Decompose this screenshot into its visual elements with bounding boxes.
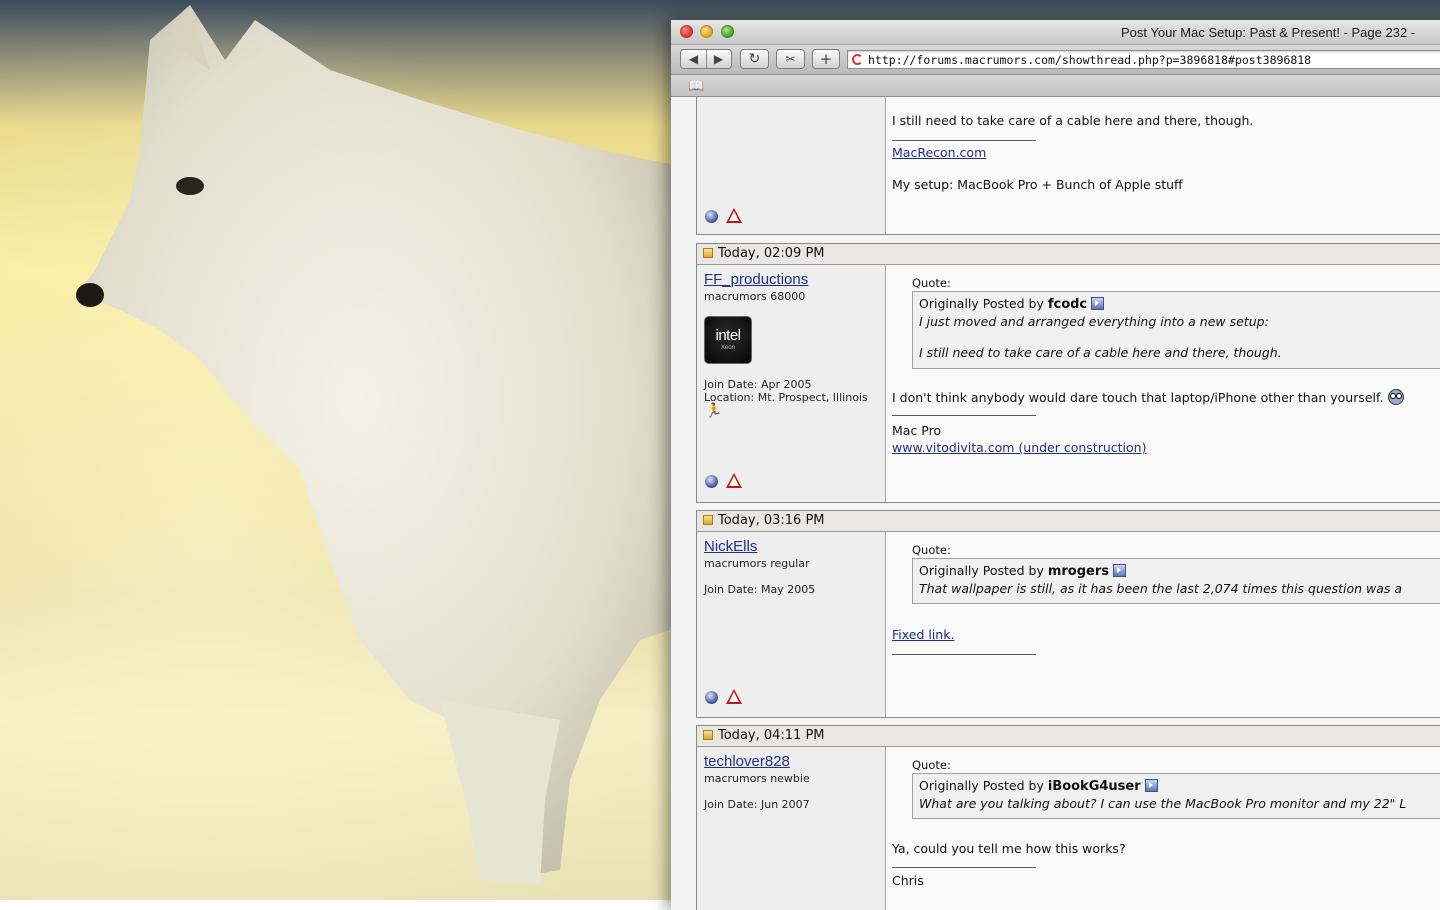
post-body: techlover828 macrumors newbie Join Date:… bbox=[697, 747, 1440, 910]
view-post-arrow-icon[interactable] bbox=[1113, 564, 1126, 577]
post-link[interactable]: Fixed link. bbox=[892, 627, 954, 642]
quote-line: That wallpaper is still, as it has been … bbox=[919, 581, 1403, 596]
address-bar[interactable]: http://forums.macrumors.com/showthread.p… bbox=[847, 50, 1440, 69]
title-bar[interactable]: Post Your Mac Setup: Past & Present! - P… bbox=[671, 20, 1440, 45]
user-panel bbox=[697, 97, 886, 234]
post-status-icon bbox=[703, 730, 713, 740]
post-body: I still need to take care of a cable her… bbox=[697, 97, 1440, 234]
view-post-arrow-icon[interactable] bbox=[1144, 779, 1158, 792]
user-title: macrumors 68000 bbox=[704, 290, 806, 303]
user-panel: NickElls macrumors regular Join Date: Ma… bbox=[697, 532, 886, 717]
site-favicon-icon bbox=[852, 54, 863, 65]
post-body: NickElls macrumors regular Join Date: Ma… bbox=[697, 532, 1440, 717]
join-date: Join Date: Apr 2005 bbox=[704, 378, 812, 391]
user-location: Location: Mt. Prospect, Illinois bbox=[704, 391, 868, 404]
post-header: Today, 02:09 PM bbox=[697, 244, 1440, 265]
signature-text: Mac Pro bbox=[892, 423, 942, 438]
view-post-arrow-icon[interactable] bbox=[1091, 297, 1105, 310]
user-panel: techlover828 macrumors newbie Join Date:… bbox=[697, 747, 886, 910]
report-post-icon[interactable] bbox=[726, 473, 742, 488]
quote-by-prefix: Originally Posted by bbox=[919, 563, 1044, 578]
user-panel: FF_productions macrumors 68000 intel Xeo… bbox=[697, 265, 886, 502]
signature-divider bbox=[892, 415, 1036, 416]
signature-divider bbox=[892, 654, 1036, 655]
report-post-icon[interactable] bbox=[726, 689, 742, 704]
username-link[interactable]: NickElls bbox=[704, 538, 757, 555]
post-header: Today, 04:11 PM bbox=[697, 726, 1440, 747]
quote-by-prefix: Originally Posted by bbox=[919, 296, 1044, 311]
reload-button[interactable]: ↻ bbox=[740, 49, 769, 69]
post-date: Today, 02:09 PM bbox=[718, 246, 825, 261]
post-status-icon bbox=[703, 515, 713, 525]
zoom-window-button[interactable] bbox=[721, 25, 734, 38]
quote-author: mrogers bbox=[1047, 564, 1109, 579]
avatar-text: intel bbox=[715, 327, 741, 344]
quote-author: iBookG4user bbox=[1047, 779, 1141, 794]
join-date: Join Date: Jun 2007 bbox=[704, 798, 810, 811]
quote-line: I just moved and arranged everything int… bbox=[919, 314, 1269, 329]
nav-button-group: ◀ ▶ bbox=[680, 49, 732, 69]
quote-label: Quote: bbox=[912, 276, 951, 290]
signature-text: Chris bbox=[892, 873, 924, 888]
username-link[interactable]: techlover828 bbox=[704, 753, 790, 770]
close-window-button[interactable] bbox=[680, 25, 693, 38]
post-header: Today, 03:16 PM bbox=[697, 511, 1440, 532]
quote-author: fcodc bbox=[1047, 297, 1088, 312]
runner-icon: 🏃 bbox=[705, 403, 723, 419]
forward-button[interactable]: ▶ bbox=[706, 50, 731, 69]
post-text: I still need to take care of a cable her… bbox=[892, 113, 1254, 128]
signature-divider bbox=[892, 867, 1036, 868]
avatar-subtext: Xeon bbox=[720, 345, 735, 351]
quote-line: I still need to take care of a cable her… bbox=[919, 345, 1282, 360]
arctic-fox-image bbox=[76, 5, 700, 885]
browser-window: Post Your Mac Setup: Past & Present! - P… bbox=[671, 20, 1440, 910]
private-message-icon[interactable] bbox=[705, 691, 718, 704]
private-message-icon[interactable] bbox=[705, 475, 718, 488]
add-bookmark-button[interactable]: + bbox=[812, 49, 840, 69]
book-icon[interactable]: 📖 bbox=[688, 79, 704, 94]
signature-link[interactable]: MacRecon.com bbox=[892, 145, 986, 160]
join-date: Join Date: May 2005 bbox=[704, 583, 816, 596]
post-status-icon bbox=[703, 248, 713, 258]
post-date: Today, 03:16 PM bbox=[718, 513, 825, 528]
page-content: I still need to take care of a cable her… bbox=[671, 97, 1440, 910]
report-post-icon[interactable] bbox=[726, 208, 742, 223]
quote-box: Originally Posted by iBookG4user What ar… bbox=[912, 773, 1440, 819]
post-text-content: I don't think anybody would dare touch t… bbox=[892, 390, 1384, 405]
address-bar-url: http://forums.macrumors.com/showthread.p… bbox=[868, 53, 1312, 67]
signature-text: My setup: MacBook Pro + Bunch of Apple s… bbox=[892, 177, 1183, 192]
quote-by-prefix: Originally Posted by bbox=[919, 778, 1044, 793]
user-title: macrumors regular bbox=[704, 557, 810, 570]
forum-post: Today, 03:16 PM NickElls macrumors regul… bbox=[696, 510, 1440, 718]
private-message-icon[interactable] bbox=[705, 210, 718, 223]
forum-post: Today, 04:11 PM techlover828 macrumors n… bbox=[696, 725, 1440, 910]
quote-attribution: Originally Posted by iBookG4user bbox=[919, 778, 1440, 794]
quote-line: What are you talking about? I can use th… bbox=[919, 796, 1407, 811]
quote-attribution: Originally Posted by mrogers bbox=[919, 563, 1440, 579]
quote-box: Originally Posted by mrogers That wallpa… bbox=[912, 558, 1440, 604]
forum-post: I still need to take care of a cable her… bbox=[696, 97, 1440, 235]
quote-label: Quote: bbox=[912, 543, 951, 557]
smiley-icon bbox=[1387, 389, 1404, 405]
snippet-button[interactable]: ✂ bbox=[776, 49, 805, 69]
nav-separator bbox=[706, 50, 707, 68]
forum-post: Today, 02:09 PM FF_productions macrumors… bbox=[696, 243, 1440, 503]
bookmarks-bar: 📖 bbox=[671, 75, 1440, 97]
quote-box: Originally Posted by fcodc I just moved … bbox=[912, 291, 1440, 369]
quote-attribution: Originally Posted by fcodc bbox=[919, 296, 1440, 312]
post-body: FF_productions macrumors 68000 intel Xeo… bbox=[697, 265, 1440, 502]
post-date: Today, 04:11 PM bbox=[718, 728, 825, 743]
signature-link[interactable]: www.vitodivita.com (under construction) bbox=[892, 440, 1146, 455]
quote-label: Quote: bbox=[912, 758, 951, 772]
window-title: Post Your Mac Setup: Past & Present! - P… bbox=[1121, 25, 1416, 40]
user-title: macrumors newbie bbox=[704, 772, 810, 785]
signature-divider bbox=[892, 140, 1036, 141]
back-button[interactable]: ◀ bbox=[681, 50, 706, 69]
minimize-window-button[interactable] bbox=[700, 25, 713, 38]
browser-toolbar: ◀ ▶ ↻ ✂ + http://forums.macrumors.com/sho… bbox=[671, 45, 1440, 75]
post-text: Ya, could you tell me how this works? bbox=[892, 841, 1126, 856]
post-text: I don't think anybody would dare touch t… bbox=[892, 389, 1404, 405]
user-avatar[interactable]: intel Xeon bbox=[704, 316, 752, 364]
username-link[interactable]: FF_productions bbox=[704, 271, 808, 288]
